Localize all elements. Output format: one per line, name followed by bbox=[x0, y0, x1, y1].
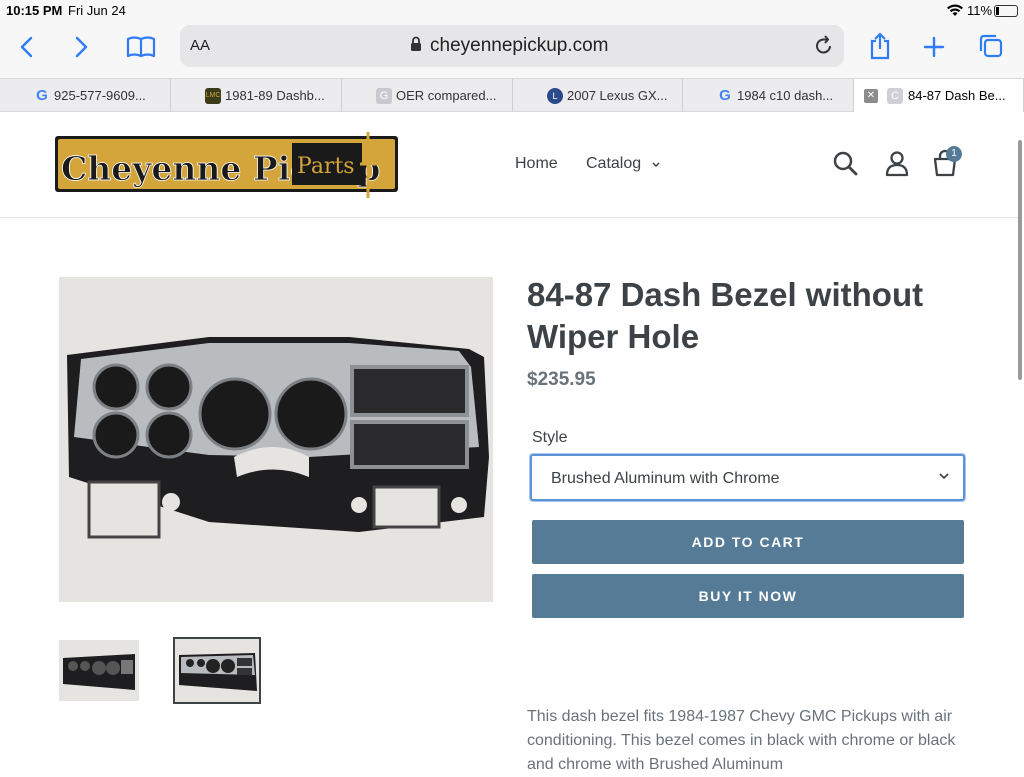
thumbnail-1[interactable] bbox=[59, 640, 139, 701]
tab-title: 925-577-9609... bbox=[54, 88, 146, 103]
tab-1[interactable]: G 925-577-9609... bbox=[0, 79, 171, 112]
tab-title: OER compared... bbox=[396, 88, 497, 103]
nav-catalog[interactable]: Catalog bbox=[586, 155, 641, 173]
lmc-icon: LMC bbox=[205, 88, 221, 104]
new-tab-icon[interactable] bbox=[923, 36, 945, 58]
tab-overview-icon[interactable] bbox=[978, 33, 1004, 59]
tab-5[interactable]: G 1984 c10 dash... bbox=[683, 79, 854, 112]
status-time: 10:15 PM bbox=[6, 3, 63, 18]
bookmarks-icon[interactable] bbox=[126, 35, 156, 59]
text-size-button[interactable]: AA bbox=[190, 37, 210, 54]
product-price: $235.95 bbox=[527, 369, 596, 390]
scrollbar[interactable] bbox=[1018, 140, 1022, 380]
thumbnail-2-selected[interactable] bbox=[173, 637, 261, 704]
battery-percent: 11% bbox=[967, 3, 993, 18]
tab-3[interactable]: G OER compared... bbox=[342, 79, 513, 112]
dash-bezel-thumb bbox=[175, 639, 259, 702]
status-bar: 10:15 PM Fri Jun 24 11% bbox=[0, 0, 1024, 22]
share-icon[interactable] bbox=[868, 32, 892, 60]
google-icon: G bbox=[719, 87, 731, 104]
product-description: This dash bezel fits 1984-1987 Chevy GMC… bbox=[527, 708, 956, 773]
nav-home[interactable]: Home bbox=[515, 155, 558, 173]
add-to-cart-button[interactable]: ADD TO CART bbox=[532, 520, 964, 564]
style-select[interactable]: Brushed Aluminum with Chrome bbox=[530, 454, 965, 501]
chevron-down-icon bbox=[939, 473, 949, 480]
chevron-down-icon bbox=[652, 162, 660, 168]
c-icon: C bbox=[887, 88, 903, 104]
logo-sub: Parts bbox=[297, 154, 355, 179]
site-header: Cheyenne Pickup Parts Home Catalog bbox=[0, 113, 1018, 218]
buy-it-now-button[interactable]: BUY IT NOW bbox=[532, 574, 964, 618]
address-bar[interactable]: AA cheyennepickup.com bbox=[180, 25, 844, 67]
battery-icon bbox=[994, 5, 1018, 17]
tab-2[interactable]: LMC 1981-89 Dashb... bbox=[171, 79, 342, 112]
forward-icon[interactable] bbox=[70, 35, 92, 59]
tab-bar: G 925-577-9609... LMC 1981-89 Dashb... G… bbox=[0, 78, 1024, 112]
dash-bezel-image bbox=[59, 277, 493, 602]
tab-title: 2007 Lexus GX... bbox=[567, 88, 668, 103]
style-select-value: Brushed Aluminum with Chrome bbox=[551, 470, 780, 487]
product-main-image[interactable] bbox=[59, 277, 493, 602]
tab-title: 1984 c10 dash... bbox=[737, 88, 834, 103]
tab-active[interactable]: ✕ C 84-87 Dash Be... bbox=[854, 79, 1024, 112]
site-logo[interactable]: Cheyenne Pickup Parts bbox=[55, 128, 398, 200]
product-title: 84-87 Dash Bezel without Wiper Hole bbox=[527, 276, 924, 355]
tab-title: 1981-89 Dashb... bbox=[225, 88, 325, 103]
url-text[interactable]: cheyennepickup.com bbox=[430, 35, 609, 57]
cart-count-badge: 1 bbox=[946, 146, 962, 162]
status-date: Fri Jun 24 bbox=[68, 3, 126, 18]
style-label: Style bbox=[532, 429, 568, 446]
reload-icon[interactable] bbox=[814, 34, 834, 56]
browser-toolbar: AA cheyennepickup.com bbox=[0, 22, 1024, 78]
g-grey-icon: G bbox=[376, 88, 392, 104]
tab-4[interactable]: L 2007 Lexus GX... bbox=[513, 79, 683, 112]
search-icon[interactable] bbox=[831, 149, 861, 179]
google-icon: G bbox=[36, 87, 48, 104]
lexus-icon: L bbox=[547, 88, 563, 104]
account-icon[interactable] bbox=[882, 149, 912, 179]
dash-bezel-thumb bbox=[59, 640, 139, 701]
back-icon[interactable] bbox=[16, 35, 38, 59]
lock-icon bbox=[410, 36, 422, 57]
close-tab-icon[interactable]: ✕ bbox=[864, 89, 878, 103]
wifi-icon bbox=[947, 4, 963, 16]
tab-title: 84-87 Dash Be... bbox=[908, 88, 1006, 103]
